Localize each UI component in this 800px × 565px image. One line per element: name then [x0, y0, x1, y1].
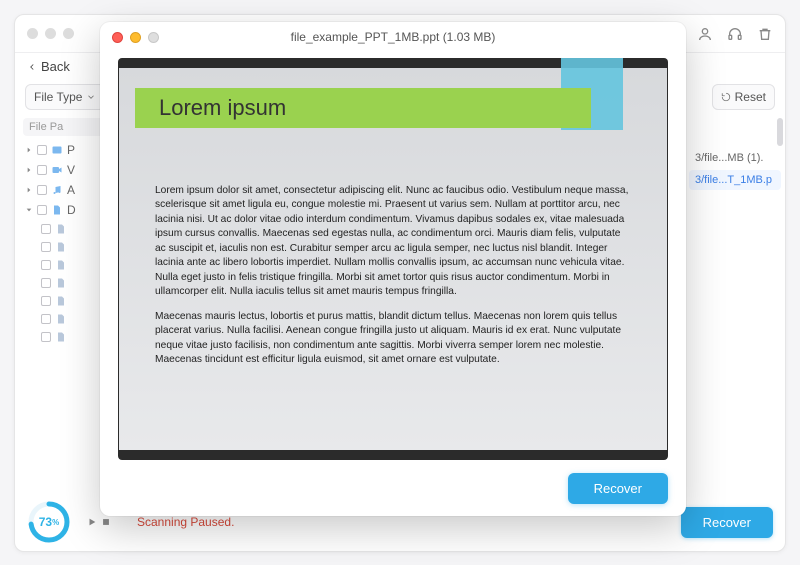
modal-minimize[interactable]: [130, 32, 141, 43]
progress-unit: %: [52, 518, 59, 527]
status-text: Scanning Paused.: [137, 515, 234, 529]
list-item-selected[interactable]: 3/file...T_1MB.p: [689, 170, 781, 190]
modal-recover-button[interactable]: Recover: [568, 473, 668, 504]
recover-button[interactable]: Recover: [681, 507, 773, 538]
back-label: Back: [41, 59, 70, 74]
tree-label: D: [67, 203, 76, 217]
list-item-text: 3/file...T_1MB.p: [695, 174, 772, 186]
traffic-close[interactable]: [27, 28, 38, 39]
checkbox[interactable]: [41, 278, 51, 288]
checkbox[interactable]: [37, 205, 47, 215]
file-path-list: 3/file...MB (1). 3/file...T_1MB.p: [689, 114, 785, 492]
modal-titlebar: file_example_PPT_1MB.ppt (1.03 MB): [100, 22, 686, 52]
file-type-filter[interactable]: File Type: [25, 84, 105, 110]
slide-body: Lorem ipsum dolor sit amet, consectetur …: [155, 184, 631, 378]
headset-icon[interactable]: [727, 26, 743, 42]
list-item[interactable]: 3/file...MB (1).: [689, 148, 781, 168]
slide-paragraph: Lorem ipsum dolor sit amet, consectetur …: [155, 184, 631, 300]
slide-title-bar: Lorem ipsum: [135, 88, 591, 128]
scan-progress: 73%: [27, 500, 71, 544]
file-type-label: File Type: [34, 90, 82, 104]
traffic-lights: [27, 28, 74, 39]
progress-value: 73: [39, 515, 52, 529]
stop-icon[interactable]: [101, 517, 111, 527]
tree-label: P: [67, 143, 75, 157]
preview-modal: file_example_PPT_1MB.ppt (1.03 MB) Lorem…: [100, 22, 686, 516]
scrollbar-thumb[interactable]: [777, 118, 783, 146]
trash-icon[interactable]: [757, 26, 773, 42]
checkbox[interactable]: [41, 314, 51, 324]
play-icon[interactable]: [87, 517, 97, 527]
modal-title: file_example_PPT_1MB.ppt (1.03 MB): [291, 30, 496, 44]
modal-close[interactable]: [112, 32, 123, 43]
slide-heading: Lorem ipsum: [159, 95, 286, 121]
checkbox[interactable]: [37, 165, 47, 175]
back-button[interactable]: Back: [27, 59, 70, 74]
slide-preview: Lorem ipsum Lorem ipsum dolor sit amet, …: [118, 58, 668, 460]
modal-zoom[interactable]: [148, 32, 159, 43]
checkbox[interactable]: [41, 332, 51, 342]
traffic-minimize[interactable]: [45, 28, 56, 39]
user-icon[interactable]: [697, 26, 713, 42]
checkbox[interactable]: [37, 185, 47, 195]
reset-button[interactable]: Reset: [712, 84, 775, 110]
slide-paragraph: Maecenas mauris lectus, lobortis et puru…: [155, 310, 631, 368]
modal-footer: Recover: [100, 460, 686, 516]
tree-label: A: [67, 183, 75, 197]
tree-label: V: [67, 163, 75, 177]
traffic-zoom[interactable]: [63, 28, 74, 39]
checkbox[interactable]: [37, 145, 47, 155]
checkbox[interactable]: [41, 224, 51, 234]
list-item-text: 3/file...MB (1).: [695, 152, 763, 164]
checkbox[interactable]: [41, 296, 51, 306]
reset-label: Reset: [735, 90, 766, 104]
checkbox[interactable]: [41, 242, 51, 252]
checkbox[interactable]: [41, 260, 51, 270]
